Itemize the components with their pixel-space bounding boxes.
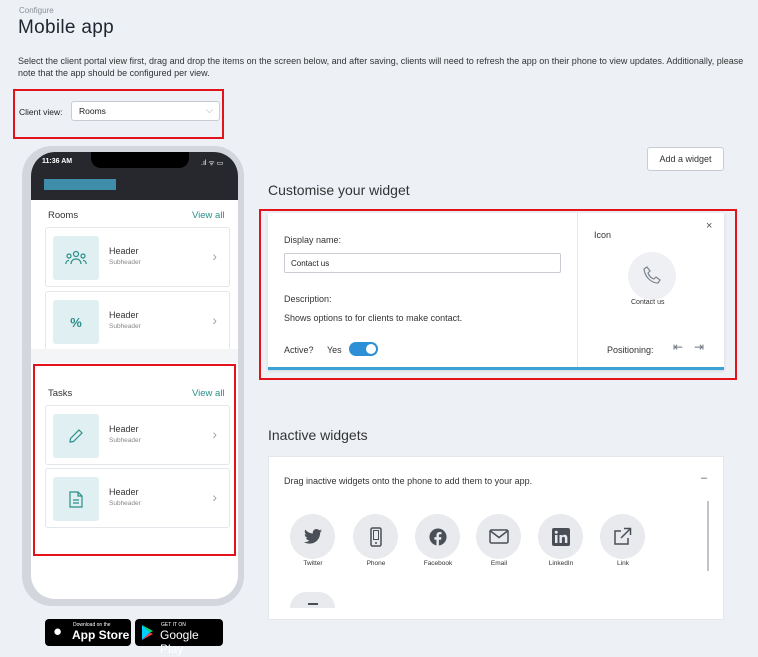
client-view-label: Client view: (19, 107, 63, 117)
partial-widget[interactable] (290, 592, 335, 608)
inactive-heading: Inactive widgets (268, 427, 368, 443)
app-store-text: App Store (72, 628, 130, 642)
linkedin-label: LinkedIn (548, 560, 574, 567)
apple-icon: ● (53, 623, 63, 640)
description-text: Shows options to for clients to make con… (284, 313, 463, 323)
panel-divider (577, 213, 578, 367)
rooms-title: Rooms (48, 210, 79, 221)
email-widget[interactable] (476, 514, 521, 559)
phone-widget[interactable] (353, 514, 398, 559)
email-label: Email (490, 560, 508, 567)
card-subheader: Subheader (109, 259, 141, 266)
card-subheader: Subheader (109, 323, 141, 330)
widget-icon-picker[interactable] (628, 252, 676, 300)
status-time: 11:36 AM (42, 158, 73, 165)
google-play-text: Google Play (160, 628, 199, 656)
section-divider (31, 349, 238, 363)
description-label: Description: (284, 294, 332, 304)
twitter-icon (303, 529, 322, 544)
intro-text: Select the client portal view first, dra… (18, 56, 744, 78)
move-left-icon[interactable]: ⇤ (673, 340, 683, 354)
pixelated-logo (44, 179, 116, 190)
chevron-right-icon: › (212, 248, 217, 264)
move-right-icon[interactable]: ⇥ (694, 340, 704, 354)
add-widget-button[interactable]: Add a widget (647, 147, 724, 171)
twitter-widget[interactable] (290, 514, 335, 559)
customise-heading: Customise your widget (268, 182, 410, 198)
external-link-icon (614, 527, 632, 545)
inactive-hint: Drag inactive widgets onto the phone to … (284, 476, 533, 486)
collapse-icon[interactable]: – (701, 472, 707, 484)
phone-notch (91, 152, 189, 168)
link-label: Link (617, 560, 629, 567)
active-toggle[interactable] (349, 342, 378, 356)
icon-label: Icon (594, 230, 612, 240)
google-play-badge[interactable]: GET IT ON Google Play (135, 619, 223, 656)
tasks-highlight (33, 364, 236, 556)
active-label: Active? (284, 345, 314, 355)
card-header: Header (109, 310, 139, 320)
link-widget[interactable] (600, 514, 645, 559)
people-icon (53, 236, 99, 280)
client-view-value: Rooms (79, 106, 106, 116)
icon-name: Contact us (631, 299, 665, 306)
active-value: Yes (327, 345, 342, 355)
facebook-label: Facebook (423, 560, 453, 567)
linkedin-widget[interactable] (538, 514, 583, 559)
display-name-field[interactable]: Contact us (284, 253, 561, 273)
status-icons: .ıl ᯤ ▭ (201, 160, 224, 167)
rooms-card-1[interactable]: Header Subheader › (45, 227, 230, 287)
linkedin-icon (551, 527, 570, 546)
phone-label: Phone (366, 560, 386, 567)
facebook-icon (428, 527, 447, 546)
display-name-label: Display name: (284, 235, 342, 245)
rooms-view-all-link[interactable]: View all (192, 210, 225, 221)
chevron-down-icon: ⌵ (206, 105, 213, 115)
scrollbar[interactable] (707, 501, 709, 571)
percent-icon: % (53, 300, 99, 344)
card-header: Header (109, 246, 139, 256)
email-icon (488, 529, 509, 544)
app-store-badge[interactable]: ● Download on the App Store (45, 619, 131, 646)
facebook-widget[interactable] (415, 514, 460, 559)
mobile-phone-icon (369, 526, 382, 547)
page-title: Mobile app (18, 17, 114, 38)
close-icon[interactable]: × (706, 220, 712, 232)
breadcrumb[interactable]: Configure (19, 6, 54, 15)
positioning-label: Positioning: (607, 345, 654, 355)
google-play-icon (142, 625, 153, 640)
rooms-card-2[interactable]: % Header Subheader › (45, 291, 230, 351)
chevron-right-icon: › (212, 312, 217, 328)
phone-icon (643, 266, 661, 284)
client-view-select[interactable]: Rooms ⌵ (71, 101, 220, 121)
twitter-label: Twitter (303, 560, 323, 567)
